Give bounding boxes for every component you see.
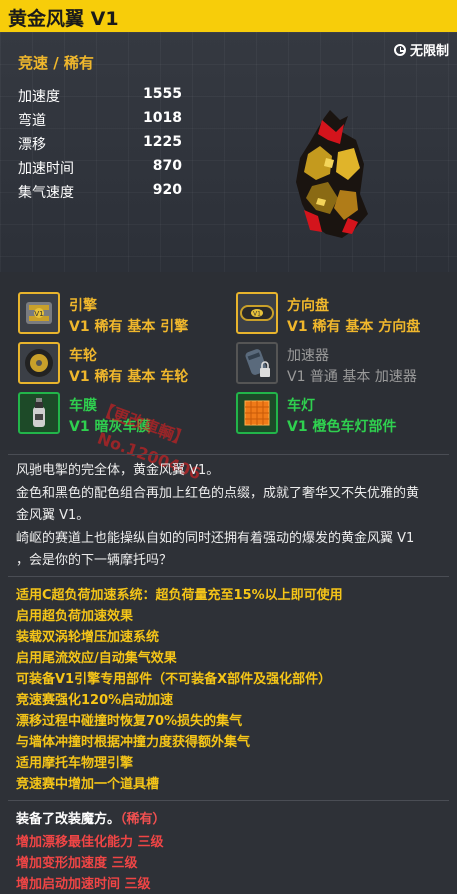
- part-name: 方向盘: [287, 298, 329, 314]
- modifier-line: 增加启动加速时间 三级: [16, 877, 151, 892]
- class-rarity-label: 竞速 / 稀有: [18, 54, 94, 72]
- motorcycle-preview-image: [296, 110, 368, 238]
- stat-row: 集气速度 920: [18, 180, 182, 202]
- stat-row: 漂移 1225: [18, 132, 182, 154]
- modifier-line: 增加变形加速度 三级: [16, 856, 138, 871]
- feature-line: 可装备V1引擎专用部件（不可装备X部件及强化部件）: [16, 672, 332, 687]
- feature-line: 竞速赛强化120%启动加速: [16, 693, 174, 708]
- part-slot-light[interactable]: 车灯 V1 橙色车灯部件: [236, 392, 451, 438]
- stat-row: 加速度 1555: [18, 84, 182, 106]
- modifier-line: 增加漂移最佳化能力 三级: [16, 835, 164, 850]
- part-slot-skin[interactable]: 车膜 V1 暗灰车膜: [18, 392, 233, 438]
- part-name: 车膜: [69, 398, 97, 414]
- description-line: 风驰电掣的完全体，黄金风翼 V1。: [16, 463, 220, 478]
- svg-text:V1: V1: [34, 310, 43, 318]
- clock-icon: [393, 43, 406, 56]
- parts-panel: V1 引擎 V1 稀有 基本 引擎 V1 方向盘 V1 稀有 基本 方向盘 车轮…: [0, 272, 457, 450]
- part-desc: V1 暗灰车膜: [69, 419, 151, 435]
- steering-wheel-icon: V1: [236, 292, 278, 334]
- description-line: ，会是你的下一辆摩托吗？: [16, 553, 173, 568]
- feature-line: 启用尾流效应/自动集气效果: [16, 651, 177, 666]
- modifier-rarity: （稀有）: [120, 812, 166, 827]
- wheel-icon: [18, 342, 60, 384]
- description-line: 金风翼 V1。: [16, 508, 90, 523]
- part-slot-booster[interactable]: 加速器 V1 普通 基本 加速器: [236, 342, 451, 388]
- feature-line: 漂移过程中碰撞时恢复70%损失的集气: [16, 714, 243, 729]
- part-slot-wheel[interactable]: 车轮 V1 稀有 基本 车轮: [18, 342, 233, 388]
- stat-value: 920: [152, 182, 182, 198]
- feature-line: 适用摩托车物理引擎: [16, 756, 134, 771]
- stat-name: 弯道: [18, 113, 46, 129]
- feature-line: 竞速赛中增加一个道具槽: [16, 777, 160, 792]
- feature-line: 与墙体冲撞时根据冲撞力度获得额外集气: [16, 735, 251, 750]
- item-header: 竞速 / 稀有 无限制 加速度 1555 弯道 1018 漂移 1225 加速时…: [0, 32, 457, 272]
- stat-value: 1555: [143, 86, 182, 102]
- item-title: 黄金风翼 V1: [8, 8, 119, 30]
- description-line: 崎岖的赛道上也能操纵自如的同时还拥有着强动的爆发的黄金风翼 V1: [16, 530, 415, 546]
- limit-badge: 无限制: [393, 40, 449, 59]
- stat-name: 集气速度: [18, 185, 74, 201]
- feature-line: 装载双涡轮增压加速系统: [16, 630, 160, 645]
- modifier-title: 装备了改装魔方。（稀有）: [16, 808, 166, 827]
- divider: [8, 800, 449, 801]
- booster-icon: [236, 342, 278, 384]
- part-slot-engine[interactable]: V1 引擎 V1 稀有 基本 引擎: [18, 292, 233, 338]
- stat-value: 1018: [143, 110, 182, 126]
- part-desc: V1 稀有 基本 车轮: [69, 369, 189, 385]
- description-line: 金色和黑色的配色组合再加上红色的点缀，成就了奢华又不失优雅的黄: [16, 485, 420, 501]
- divider: [8, 454, 449, 455]
- part-slot-steering[interactable]: V1 方向盘 V1 稀有 基本 方向盘: [236, 292, 451, 338]
- divider: [8, 576, 449, 577]
- part-name: 车轮: [69, 348, 97, 364]
- part-desc: V1 橙色车灯部件: [287, 419, 397, 435]
- svg-text:V1: V1: [253, 311, 261, 318]
- stat-value: 870: [152, 158, 182, 174]
- part-desc: V1 普通 基本 加速器: [287, 369, 417, 385]
- part-name: 引擎: [69, 298, 97, 314]
- spray-can-icon: [18, 392, 60, 434]
- part-desc: V1 稀有 基本 引擎: [69, 319, 189, 335]
- item-description: 风驰电掣的完全体，黄金风翼 V1。 金色和黑色的配色组合再加上红色的点缀，成就了…: [16, 460, 448, 573]
- engine-icon: V1: [18, 292, 60, 334]
- limit-label: 无限制: [409, 44, 449, 59]
- part-name: 车灯: [287, 398, 315, 414]
- feature-line: 启用超负荷加速效果: [16, 609, 134, 624]
- part-name: 加速器: [287, 348, 329, 364]
- stat-row: 加速时间 870: [18, 156, 182, 178]
- stat-row: 弯道 1018: [18, 108, 182, 130]
- stat-name: 漂移: [18, 137, 46, 153]
- feature-line: 适用C超负荷加速系统：超负荷量充至15%以上即可使用: [16, 588, 343, 603]
- stat-name: 加速时间: [18, 161, 74, 177]
- part-desc: V1 稀有 基本 方向盘: [287, 319, 421, 335]
- stat-value: 1225: [143, 134, 182, 150]
- modifier-title-text: 装备了改装魔方。: [16, 812, 121, 827]
- title-bar: 黄金风翼 V1: [0, 0, 457, 32]
- light-grid-icon: [236, 392, 278, 434]
- stat-name: 加速度: [18, 89, 60, 105]
